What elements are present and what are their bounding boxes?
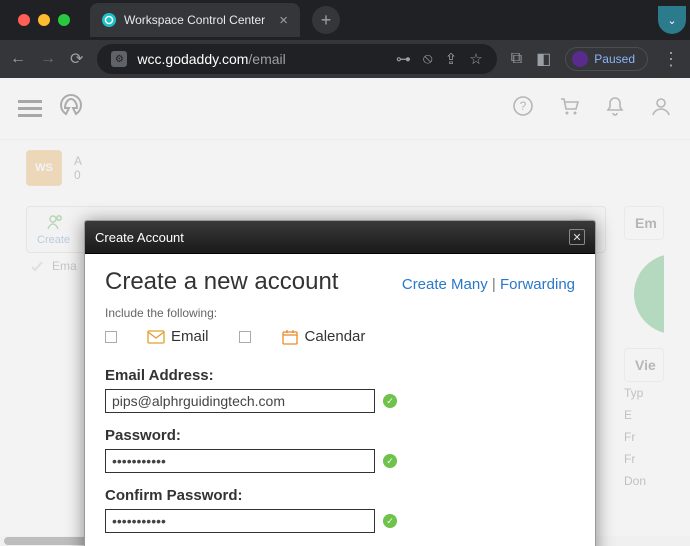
usage-chart-icon — [634, 254, 664, 334]
create-account-modal: Create Account ✕ Create a new account Cr… — [84, 220, 596, 546]
summary-line-1: A — [74, 154, 82, 168]
modal-close-button[interactable]: ✕ — [569, 229, 585, 245]
help-icon[interactable]: ? — [512, 95, 534, 123]
create-many-link[interactable]: Create Many — [402, 276, 488, 293]
side-panel-icon[interactable]: ◧ — [536, 49, 551, 69]
modal-link-group: Create Many | Forwarding — [402, 276, 575, 293]
godaddy-logo-icon[interactable] — [58, 92, 84, 125]
cart-icon[interactable] — [558, 95, 580, 123]
share-icon[interactable]: ⇪ — [445, 50, 458, 68]
profile-paused-pill[interactable]: Paused — [565, 47, 648, 71]
create-button[interactable]: Create — [37, 213, 70, 246]
create-user-icon — [45, 213, 63, 234]
tab-favicon — [102, 13, 116, 27]
menu-button[interactable] — [18, 100, 42, 117]
modal-header: Create Account ✕ — [85, 221, 595, 254]
modal-header-title: Create Account — [95, 230, 184, 245]
confirm-password-label: Confirm Password: — [105, 487, 575, 504]
email-option-label: Email — [171, 328, 209, 345]
paused-label: Paused — [594, 52, 635, 66]
email-address-label: Email Address: — [105, 367, 575, 384]
new-tab-button[interactable]: + — [312, 6, 340, 34]
side-domain-label: Don — [624, 470, 664, 492]
reload-button[interactable]: ⟳ — [70, 49, 83, 69]
include-label: Include the following: — [105, 306, 575, 320]
side-row-1: E — [624, 404, 664, 426]
email-checkbox[interactable] — [105, 331, 117, 343]
page-content: ? WS A 0 Crea — [0, 78, 690, 546]
window-maximize-button[interactable] — [58, 14, 70, 26]
profile-dropdown[interactable]: ⌄ — [658, 6, 686, 34]
window-minimize-button[interactable] — [38, 14, 50, 26]
calendar-checkbox[interactable] — [239, 331, 251, 343]
bell-icon[interactable] — [604, 95, 626, 123]
email-valid-icon: ✓ — [383, 394, 397, 408]
tab-title: Workspace Control Center — [124, 13, 265, 27]
site-info-icon[interactable]: ⚙ — [111, 51, 127, 67]
calendar-option-icon — [281, 330, 299, 344]
forward-button[interactable]: → — [40, 50, 56, 68]
password-valid-icon: ✓ — [383, 454, 397, 468]
address-bar[interactable]: ⚙ wcc.godaddy.com/email ⊶ ⦸ ⇪ ☆ — [97, 44, 496, 74]
password-input[interactable] — [105, 449, 375, 473]
svg-text:?: ? — [520, 99, 527, 113]
browser-menu-icon[interactable]: ⋮ — [662, 49, 680, 70]
checkbox-header[interactable] — [30, 259, 44, 276]
user-icon[interactable] — [650, 95, 672, 123]
side-row-2: Fr — [624, 426, 664, 448]
confirm-password-input[interactable] — [105, 509, 375, 533]
app-header: ? — [0, 78, 690, 140]
email-option-icon — [147, 330, 165, 344]
side-row-3: Fr — [624, 448, 664, 470]
side-panel-heading-2: Vie — [624, 348, 664, 382]
bookmark-icon[interactable]: ☆ — [469, 50, 482, 68]
confirm-valid-icon: ✓ — [383, 514, 397, 528]
url-path: /email — [248, 51, 285, 67]
browser-tab[interactable]: Workspace Control Center × — [90, 3, 300, 37]
password-label: Password: — [105, 427, 575, 444]
link-separator: | — [488, 276, 500, 293]
eye-off-icon[interactable]: ⦸ — [423, 50, 433, 68]
summary-line-2: 0 — [74, 168, 82, 182]
modal-title: Create a new account — [105, 268, 338, 296]
back-button[interactable]: ← — [10, 50, 26, 68]
forwarding-link[interactable]: Forwarding — [500, 276, 575, 293]
plan-thumbnail: WS — [26, 150, 62, 186]
window-close-button[interactable] — [18, 14, 30, 26]
calendar-option-label: Calendar — [305, 328, 366, 345]
extensions-icon[interactable]: ⧉ — [511, 50, 522, 68]
account-summary-row: WS A 0 — [0, 140, 690, 196]
side-panel-heading-1: Em — [624, 206, 664, 240]
side-type-label: Typ — [624, 382, 664, 404]
tab-close-icon[interactable]: × — [279, 13, 288, 28]
column-email: Ema — [52, 259, 77, 276]
email-address-input[interactable] — [105, 389, 375, 413]
create-label: Create — [37, 234, 70, 246]
key-icon[interactable]: ⊶ — [396, 50, 411, 68]
profile-avatar-icon — [572, 51, 588, 67]
tab-bar: Workspace Control Center × + ⌄ — [0, 0, 690, 40]
toolbar-row: ← → ⟳ ⚙ wcc.godaddy.com/email ⊶ ⦸ ⇪ ☆ ⧉ … — [0, 40, 690, 78]
url-domain: wcc.godaddy.com — [137, 51, 248, 67]
